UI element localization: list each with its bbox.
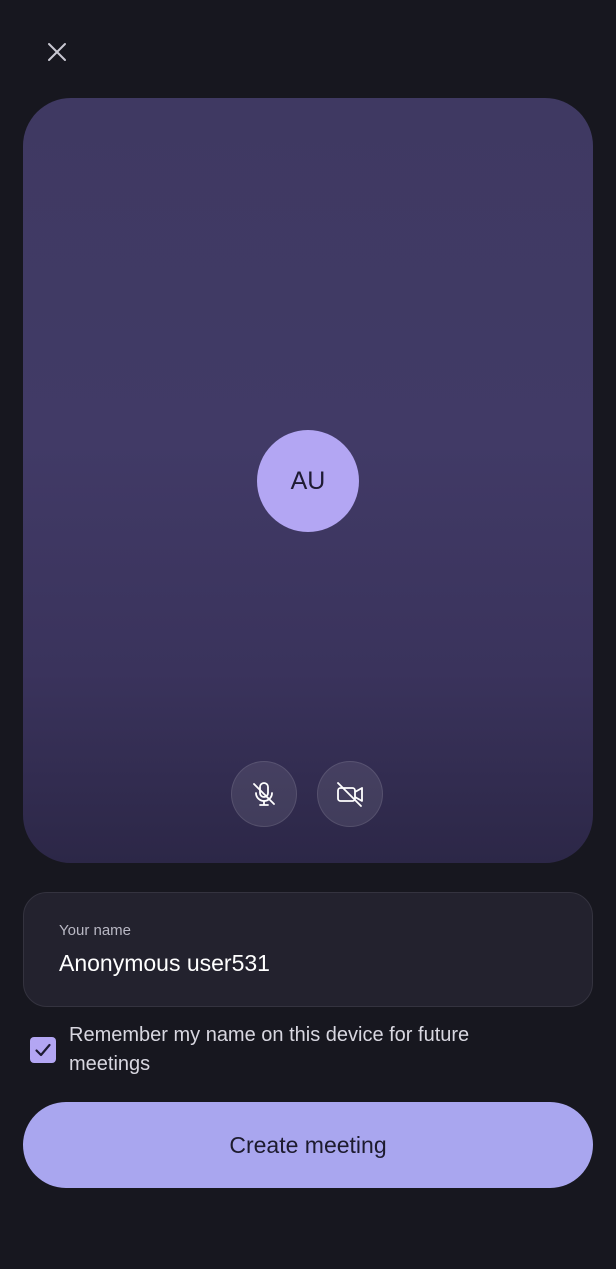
remember-name-label: Remember my name on this device for futu… xyxy=(69,1024,470,1075)
video-preview: AU xyxy=(23,98,593,863)
create-meeting-label: Create meeting xyxy=(229,1131,387,1158)
camera-off-icon xyxy=(337,782,363,807)
camera-toggle-button[interactable] xyxy=(317,761,383,827)
create-meeting-button[interactable]: Create meeting xyxy=(23,1102,593,1188)
mic-off-icon xyxy=(253,782,275,806)
close-button[interactable] xyxy=(37,32,77,72)
microphone-toggle-button[interactable] xyxy=(231,761,297,827)
close-icon xyxy=(48,43,66,61)
checkmark-icon xyxy=(35,1043,51,1057)
page: AU Your name Anonymous user531 Remember … xyxy=(0,0,616,1269)
avatar: AU xyxy=(257,430,359,532)
name-field-label: Your name xyxy=(59,922,131,939)
name-input[interactable]: Anonymous user531 xyxy=(59,949,592,977)
remember-name-row: Remember my name on this device for futu… xyxy=(30,1021,590,1079)
remember-name-checkbox[interactable] xyxy=(30,1037,56,1063)
avatar-initials: AU xyxy=(290,466,326,495)
name-field[interactable]: Your name Anonymous user531 xyxy=(23,892,593,1007)
